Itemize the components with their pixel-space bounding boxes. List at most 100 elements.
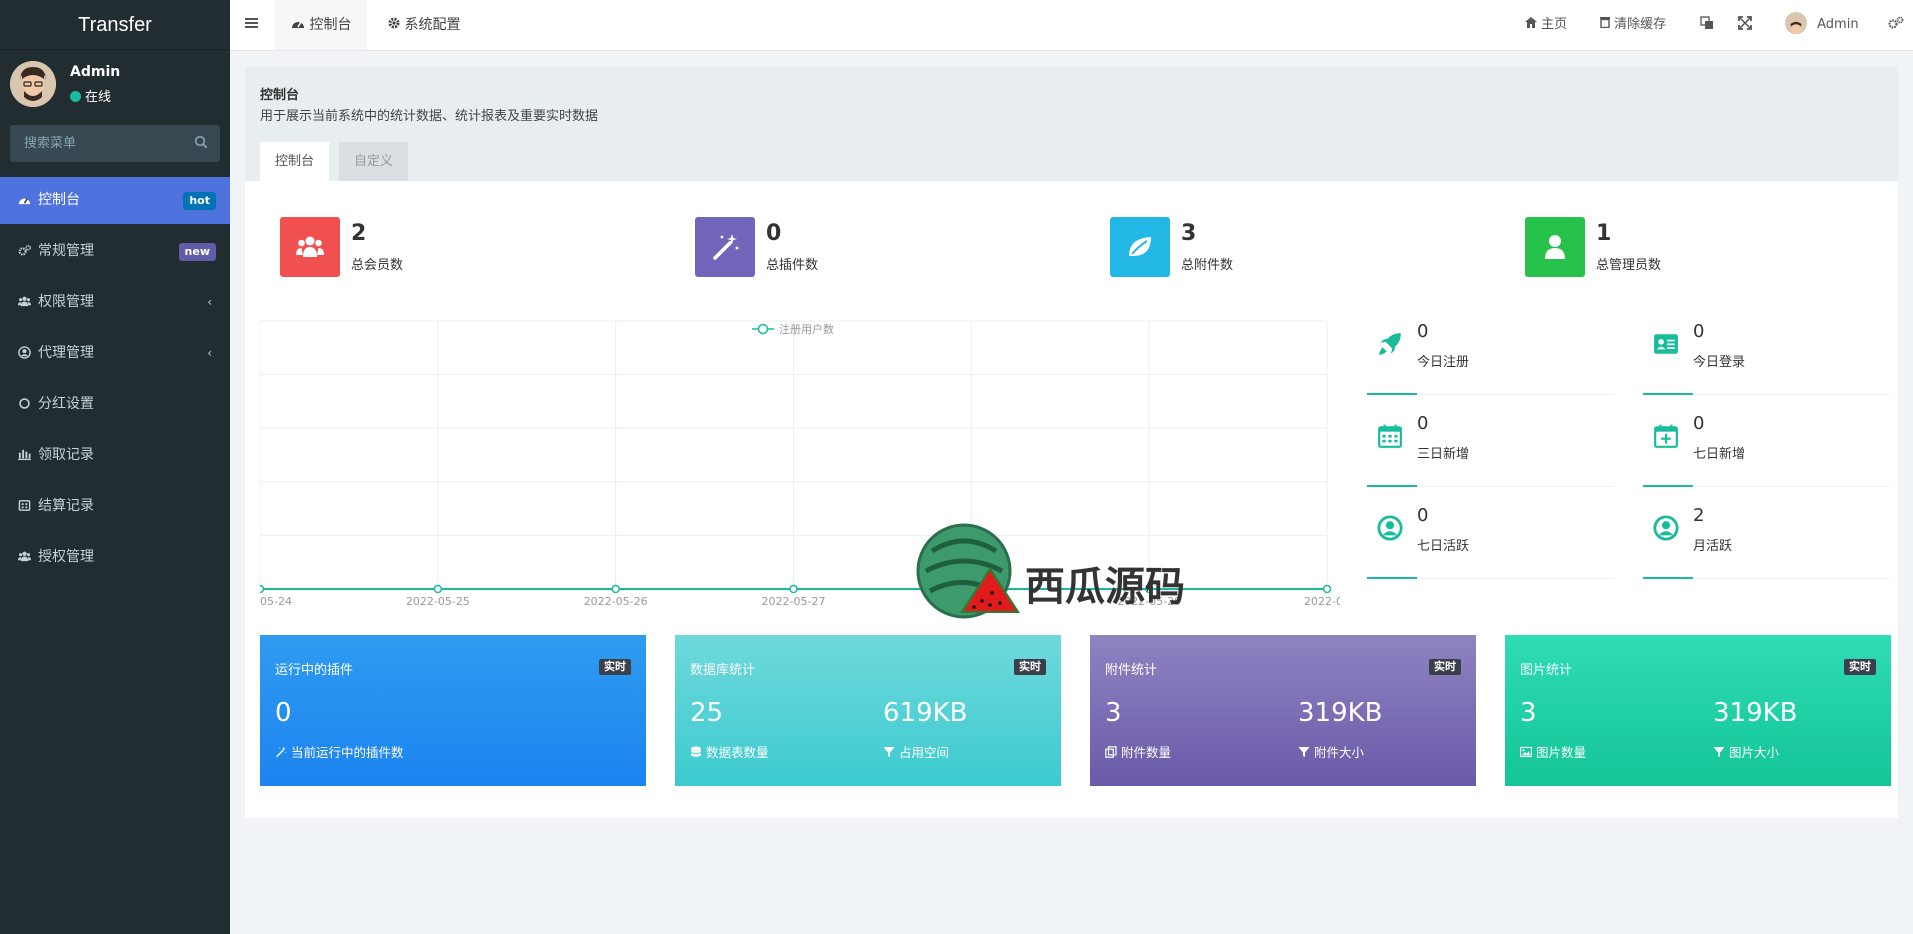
stat-value: 0	[766, 221, 782, 246]
card-label-text: 当前运行中的插件数	[291, 745, 404, 760]
realtime-badge: 实时	[1844, 659, 1876, 675]
cogs-icon	[18, 230, 32, 277]
mini-stat-underline	[1367, 577, 1417, 579]
translate-icon[interactable]	[1700, 0, 1714, 50]
card-label: 当前运行中的插件数	[275, 742, 404, 761]
search-input[interactable]	[10, 125, 220, 162]
tab-console[interactable]: 控制台	[260, 142, 330, 181]
stat-value: 2	[351, 221, 367, 246]
summary-card: 图片统计 实时 3 图片数量 319KB 图片大小	[1505, 635, 1891, 786]
menu-toggle-icon[interactable]	[245, 16, 259, 34]
user-menu[interactable]: Admin	[1785, 0, 1859, 50]
calendar-icon	[1377, 423, 1403, 453]
card-label-text: 附件数量	[1121, 745, 1172, 760]
sidebar-item-7[interactable]: 授权管理	[0, 534, 230, 585]
legend-marker	[757, 323, 769, 335]
sidebar-item-label: 授权管理	[38, 549, 94, 565]
stat-box: 3 总附件数	[1110, 217, 1360, 277]
dashboard-content: 2 总会员数 0 总插件数 3 总附件数 1 总管理员数 05-24 2022-0…	[245, 181, 1898, 818]
user-status-text: 在线	[85, 90, 112, 105]
sidebar-item-3[interactable]: 代理管理 ‹	[0, 330, 230, 381]
calendar-plus-icon	[1653, 423, 1679, 453]
card-label: 占用空间	[883, 742, 949, 761]
card-label-text: 占用空间	[899, 745, 950, 760]
chevron-left-icon: ‹	[207, 295, 212, 309]
avatar	[1785, 12, 1807, 34]
stat-label: 总会员数	[351, 258, 404, 273]
mini-stat-value: 0	[1693, 413, 1705, 434]
card-value: 0	[275, 698, 292, 728]
search-icon[interactable]	[194, 135, 208, 153]
card-label-text: 数据表数量	[706, 745, 769, 760]
mini-stat: 0 今日注册	[1367, 321, 1614, 395]
card-value: 3	[1520, 698, 1537, 728]
watermark: 西瓜源码	[912, 521, 1192, 627]
data-point[interactable]	[1322, 584, 1332, 594]
card-value: 3	[1105, 698, 1122, 728]
sidebar-item-label: 分红设置	[38, 396, 94, 412]
mini-stat-label: 今日登录	[1693, 355, 1746, 370]
watermark-text: 西瓜源码	[1025, 564, 1185, 610]
user-status: 在线	[70, 86, 111, 105]
user-circle-icon	[1377, 515, 1403, 545]
stat-value: 3	[1181, 221, 1197, 246]
home-icon	[1525, 17, 1537, 32]
summary-card: 附件统计 实时 3 附件数量 319KB 附件大小	[1090, 635, 1476, 786]
fullscreen-icon[interactable]	[1738, 0, 1752, 50]
home-link[interactable]: 主页	[1525, 0, 1567, 50]
card-title: 运行中的插件	[275, 663, 354, 678]
sidebar-item-1[interactable]: 常规管理 new	[0, 228, 230, 279]
database-icon	[690, 746, 702, 761]
data-point[interactable]	[789, 584, 798, 594]
chevron-left-icon: ‹	[207, 346, 212, 360]
users-icon	[295, 232, 325, 266]
calculator-icon	[18, 485, 32, 532]
user-menu-name: Admin	[1817, 17, 1859, 32]
brand-logo[interactable]: Transfer	[0, 0, 230, 50]
filter-icon	[883, 746, 895, 761]
card-value: 319KB	[1298, 698, 1383, 728]
control-sidebar-icon[interactable]	[1888, 0, 1904, 50]
page-description: 用于展示当前系统中的统计数据、统计报表及重要实时数据	[260, 109, 599, 124]
x-tick-label: 05-24	[260, 595, 292, 607]
mini-stat-value: 0	[1417, 505, 1429, 526]
mini-stat: 0 三日新增	[1367, 413, 1614, 487]
mini-stat-value: 2	[1693, 505, 1705, 526]
mini-stat-value: 0	[1417, 321, 1429, 342]
leaf-icon	[1125, 232, 1155, 266]
mini-stat-underline	[1643, 485, 1693, 487]
clear-cache-button[interactable]: 清除缓存	[1600, 0, 1666, 50]
circle-icon	[18, 383, 32, 430]
card-label: 数据表数量	[690, 742, 769, 761]
tab-system-config[interactable]: 系统配置	[372, 0, 476, 50]
dashboard-icon	[291, 17, 305, 33]
sidebar-menu: 控制台 hot 常规管理 new 权限管理 ‹ 代理管理 ‹ 分红设置领取记录 结算记录授权管理	[0, 177, 230, 585]
menu-badge: hot	[183, 192, 216, 210]
stat-label: 总附件数	[1181, 258, 1234, 273]
tab-dashboard[interactable]: 控制台	[275, 0, 368, 50]
card-value: 25	[690, 698, 724, 728]
data-point[interactable]	[611, 584, 620, 594]
sidebar-item-0[interactable]: 控制台 hot	[0, 177, 230, 224]
sidebar-item-6[interactable]: 结算记录	[0, 483, 230, 534]
magic-icon	[710, 232, 740, 266]
mini-stat: 0 七日活跃	[1367, 505, 1614, 579]
sidebar-item-5[interactable]: 领取记录	[0, 432, 230, 483]
x-tick-label: 2022-05	[1304, 595, 1340, 607]
dashboard-icon	[18, 179, 32, 226]
data-point[interactable]	[260, 584, 265, 594]
data-point[interactable]	[433, 584, 443, 594]
x-tick-label: 2022-05-25	[406, 595, 470, 607]
card-value: 319KB	[1713, 698, 1798, 728]
card-title: 附件统计	[1105, 663, 1158, 678]
legend-label[interactable]: 注册用户数	[779, 322, 834, 336]
tab-custom[interactable]: 自定义	[339, 142, 409, 181]
card-label: 图片大小	[1713, 742, 1779, 761]
filter-icon	[1713, 746, 1725, 761]
card-label: 图片数量	[1520, 742, 1586, 761]
sidebar-item-4[interactable]: 分红设置	[0, 381, 230, 432]
stat-icon-box	[1525, 217, 1585, 277]
mini-stat: 2 月活跃	[1643, 505, 1890, 579]
user-panel: Admin 在线	[0, 50, 230, 120]
sidebar-item-2[interactable]: 权限管理 ‹	[0, 279, 230, 330]
